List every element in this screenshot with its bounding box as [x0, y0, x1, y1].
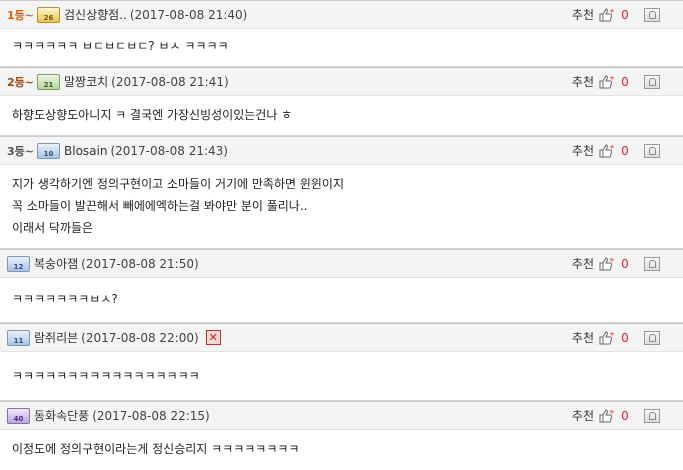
comment-item: 11 람쥐리븐 (2017-08-08 22:00) ✕ 추천 + 0 ㅋㅋㅋㅋ…: [0, 323, 683, 401]
comment-text: ㅋㅋㅋㅋㅋㅋㅋㅋㅋㅋㅋㅋㅋㅋㅋㅋㅋ: [12, 369, 200, 383]
comment-actions: 추천 + 0: [572, 137, 683, 164]
comment-text: 이정도에 정의구현이라는게 정신승리지 ㅋㅋㅋㅋㅋㅋㅋㅋ: [12, 442, 300, 456]
svg-text:+: +: [609, 7, 614, 15]
recommend-count: 0: [621, 7, 629, 22]
comment-actions: 추천 + 0: [572, 402, 683, 429]
comment-item: 3등~ 10 Blosain (2017-08-08 21:43) 추천 + 0…: [0, 136, 683, 249]
author-nickname[interactable]: Blosain: [64, 144, 107, 158]
report-button[interactable]: [644, 256, 660, 271]
level-icon: 40: [7, 407, 30, 424]
recommend-thumb-icon[interactable]: +: [598, 73, 615, 90]
comment-body: 하향도상향도아니지 ㅋ 결국엔 가장신빙성이있는건나 ㅎ: [0, 96, 683, 135]
comment-text: 꼭 소마들이 발끈해서 빼에에엑하는걸 봐야만 분이 풀리나..: [12, 199, 308, 213]
comment-body: 지가 생각하기엔 정의구현이고 소마들이 거기에 만족하면 윈윈이지 꼭 소마들…: [0, 165, 683, 248]
recommend-thumb-icon[interactable]: +: [598, 142, 615, 159]
delete-x-icon[interactable]: ✕: [205, 330, 221, 345]
svg-text:+: +: [609, 143, 614, 151]
comment-header: 1등~ 26 검신상향점.. (2017-08-08 21:40) 추천 + 0: [0, 0, 683, 29]
recommend-thumb-icon[interactable]: +: [598, 407, 615, 424]
comment-item: 1등~ 26 검신상향점.. (2017-08-08 21:40) 추천 + 0…: [0, 0, 683, 67]
level-icon: 21: [37, 73, 60, 90]
comment-header: 3등~ 10 Blosain (2017-08-08 21:43) 추천 + 0: [0, 136, 683, 165]
recommend-label: 추천: [571, 75, 594, 89]
comment-header: 11 람쥐리븐 (2017-08-08 22:00) ✕ 추천 + 0: [0, 323, 683, 352]
author-nickname[interactable]: 복숭아잼: [34, 255, 78, 272]
rank-badge: 2등~: [7, 75, 34, 89]
comment-text: 지가 생각하기엔 정의구현이고 소마들이 거기에 만족하면 윈윈이지: [12, 177, 345, 191]
author-nickname[interactable]: 말짱코치: [64, 73, 108, 90]
level-icon: 10: [37, 142, 60, 159]
svg-text:+: +: [609, 256, 614, 264]
comment-date: (2017-08-08 21:43): [110, 143, 228, 158]
rank-badge: 3등~: [7, 144, 34, 158]
author-nickname[interactable]: 람쥐리븐: [34, 329, 78, 346]
svg-text:+: +: [609, 408, 614, 416]
comment-date: (2017-08-08 21:40): [129, 7, 248, 22]
recommend-count: 0: [621, 256, 629, 271]
level-icon: 11: [7, 329, 30, 346]
comment-header: 40 동화속단풍 (2017-08-08 22:15) 추천 + 0: [0, 401, 683, 430]
recommend-thumb-icon[interactable]: +: [598, 329, 615, 346]
comment-text: 하향도상향도아니지 ㅋ 결국엔 가장신빙성이있는건나 ㅎ: [12, 108, 293, 122]
report-button[interactable]: [644, 408, 660, 423]
comment-actions: 추천 + 0: [572, 250, 683, 277]
author-nickname[interactable]: 동화속단풍: [34, 407, 89, 424]
recommend-label: 추천: [571, 331, 594, 345]
recommend-count: 0: [621, 143, 629, 158]
comment-item: 12 복숭아잼 (2017-08-08 21:50) 추천 + 0 ㅋㅋㅋㅋㅋㅋ…: [0, 249, 683, 323]
level-icon: 26: [37, 6, 60, 23]
svg-text:+: +: [609, 74, 614, 82]
comment-header: 2등~ 21 말짱코치 (2017-08-08 21:41) 추천 + 0: [0, 67, 683, 96]
rank-badge: 1등~: [7, 8, 34, 22]
comment-header: 12 복숭아잼 (2017-08-08 21:50) 추천 + 0: [0, 249, 683, 278]
recommend-count: 0: [621, 74, 629, 89]
comment-actions: 추천 + 0: [572, 68, 683, 95]
level-icon: 12: [7, 255, 30, 272]
comment-text: 이래서 닥까들은: [12, 221, 94, 235]
recommend-thumb-icon[interactable]: +: [598, 6, 615, 23]
comment-text: ㅋㅋㅋㅋㅋㅋㅋㅂㅅ?: [12, 292, 118, 306]
comment-list: 1등~ 26 검신상향점.. (2017-08-08 21:40) 추천 + 0…: [0, 0, 683, 468]
report-button[interactable]: [644, 74, 660, 89]
report-button[interactable]: [644, 7, 660, 22]
comment-date: (2017-08-08 22:00): [81, 330, 199, 345]
svg-text:+: +: [609, 330, 614, 338]
report-button[interactable]: [644, 330, 660, 345]
comment-date: (2017-08-08 21:50): [81, 256, 199, 271]
comment-body: 이정도에 정의구현이라는게 정신승리지 ㅋㅋㅋㅋㅋㅋㅋㅋ: [0, 430, 683, 468]
recommend-label: 추천: [571, 409, 594, 423]
report-button[interactable]: [644, 143, 660, 158]
comment-date: (2017-08-08 21:41): [111, 74, 229, 89]
recommend-label: 추천: [571, 257, 594, 271]
comment-item: 2등~ 21 말짱코치 (2017-08-08 21:41) 추천 + 0 하향…: [0, 67, 683, 136]
comment-actions: 추천 + 0: [572, 324, 683, 351]
comment-body: ㅋㅋㅋㅋㅋㅋㅋㅋㅋㅋㅋㅋㅋㅋㅋㅋㅋ: [0, 352, 683, 400]
author-nickname[interactable]: 검신상향점..: [64, 6, 127, 23]
recommend-label: 추천: [571, 144, 594, 158]
comment-actions: 추천 + 0: [572, 1, 683, 28]
comment-item: 40 동화속단풍 (2017-08-08 22:15) 추천 + 0 이정도에 …: [0, 401, 683, 468]
recommend-label: 추천: [571, 8, 594, 22]
recommend-count: 0: [621, 408, 629, 423]
recommend-count: 0: [621, 330, 629, 345]
comment-body: ㅋㅋㅋㅋㅋㅋ ㅂㄷㅂㄷㅂㄷ? ㅂㅅ ㅋㅋㅋㅋ: [0, 29, 683, 66]
recommend-thumb-icon[interactable]: +: [598, 255, 615, 272]
comment-body: ㅋㅋㅋㅋㅋㅋㅋㅂㅅ?: [0, 278, 683, 322]
comment-date: (2017-08-08 22:15): [92, 408, 210, 423]
comment-text: ㅋㅋㅋㅋㅋㅋ ㅂㄷㅂㄷㅂㄷ? ㅂㅅ ㅋㅋㅋㅋ: [12, 39, 229, 53]
